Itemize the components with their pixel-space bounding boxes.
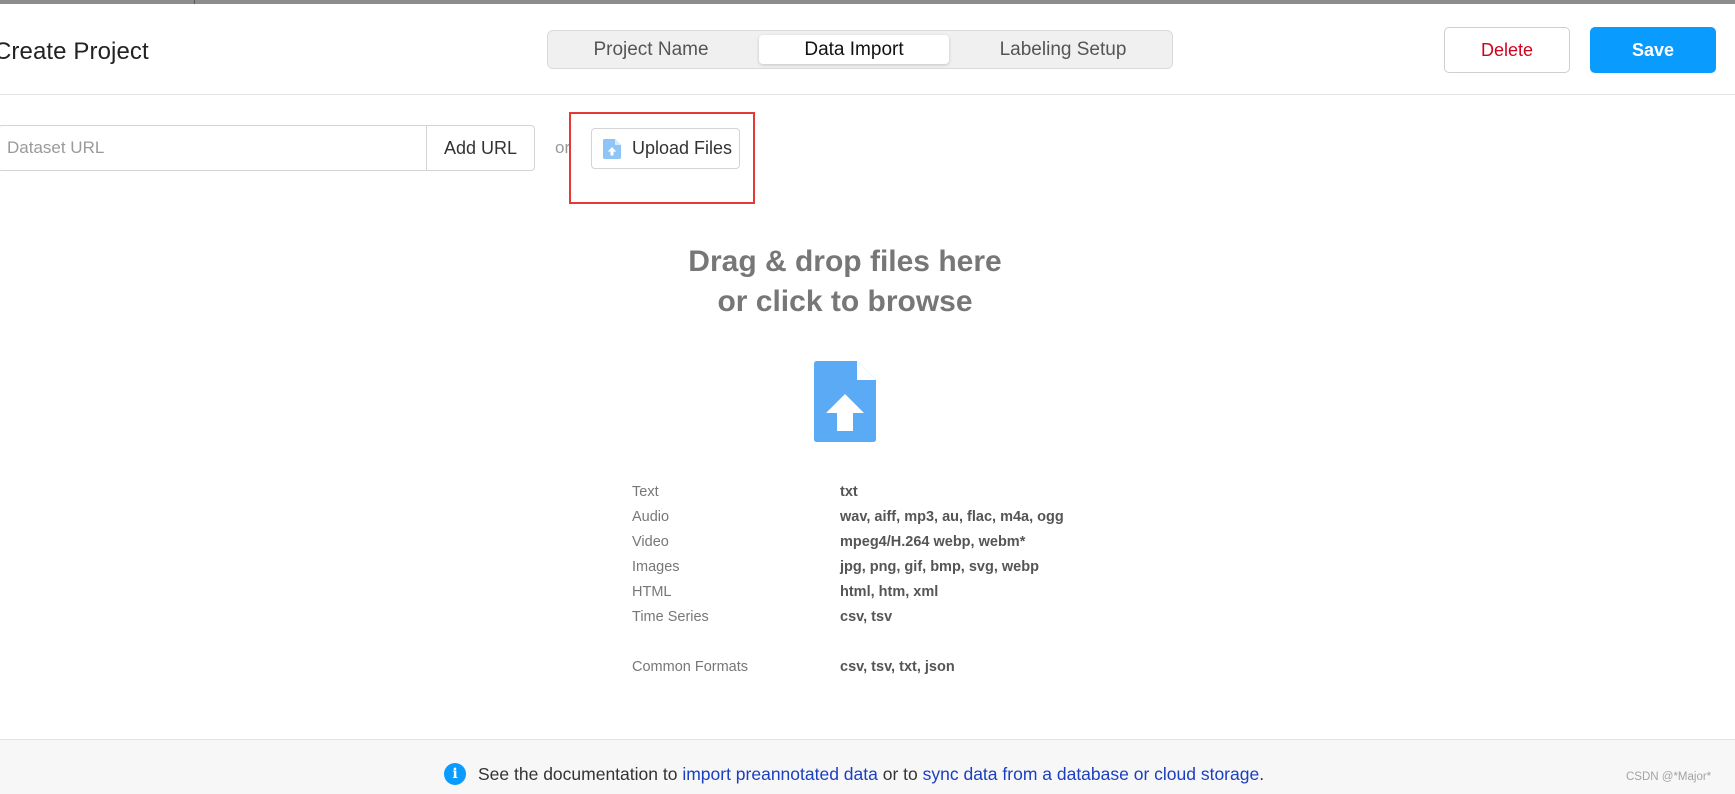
format-type: Common Formats (632, 659, 749, 675)
footer-bar: i See the documentation to import preann… (0, 739, 1735, 794)
watermark: CSDN @*Major* (1626, 771, 1712, 783)
dataset-url-input[interactable] (0, 125, 428, 171)
dropzone-line-2: or click to browse (717, 285, 973, 318)
format-type: HTML (632, 584, 672, 600)
page-title: Create Project (0, 38, 149, 65)
format-row: Text txt (632, 484, 1112, 506)
format-row: Video mpeg4/H.264 webp, webm* (632, 534, 1112, 556)
dropzone-title[interactable]: Drag & drop files here or click to brows… (0, 242, 1690, 322)
wizard-tabs: Project Name Data Import Labeling Setup (547, 30, 1173, 69)
or-separator: or (555, 138, 571, 157)
format-type: Text (632, 484, 659, 500)
format-extensions: wav, aiff, mp3, au, flac, m4a, ogg (840, 509, 1064, 525)
footer-middle: or to (877, 764, 923, 784)
format-extensions: jpg, png, gif, bmp, svg, webp (840, 559, 1039, 575)
format-row: HTML html, htm, xml (632, 584, 1112, 606)
tab-data-import[interactable]: Data Import (759, 35, 949, 64)
dropzone-line-1: Drag & drop files here (688, 245, 1002, 278)
add-url-button[interactable]: Add URL (426, 125, 535, 171)
import-preannotated-link[interactable]: import preannotated data (682, 764, 878, 784)
annotation-highlight-box (569, 112, 755, 204)
format-extensions: csv, tsv (840, 609, 893, 625)
format-extensions: csv, tsv, txt, json (840, 659, 955, 675)
format-type: Time Series (632, 609, 709, 625)
format-extensions: html, htm, xml (840, 584, 939, 600)
format-extensions: mpeg4/H.264 webp, webm* (840, 534, 1026, 550)
delete-button[interactable]: Delete (1444, 27, 1570, 73)
format-row: Time Series csv, tsv (632, 609, 1112, 631)
save-button[interactable]: Save (1590, 27, 1716, 73)
sync-data-link[interactable]: sync data from a database or cloud stora… (923, 764, 1260, 784)
tab-labeling-setup[interactable]: Labeling Setup (959, 35, 1167, 64)
footer-prefix: See the documentation to (478, 764, 683, 784)
format-row: Images jpg, png, gif, bmp, svg, webp (632, 559, 1112, 581)
format-type: Video (632, 534, 669, 550)
format-extensions: txt (840, 484, 858, 500)
footer-doc-text: See the documentation to import preannot… (478, 764, 1264, 785)
format-row: Audio wav, aiff, mp3, au, flac, m4a, ogg (632, 509, 1112, 531)
header-bar: Create Project Project Name Data Import … (0, 4, 1735, 95)
file-upload-icon[interactable] (814, 361, 876, 442)
info-icon: i (444, 763, 466, 785)
format-row: Common Formats csv, tsv, txt, json (632, 659, 1112, 681)
format-type: Audio (632, 509, 670, 525)
tab-project-name[interactable]: Project Name (553, 35, 749, 64)
format-type: Images (632, 559, 680, 575)
footer-suffix: . (1259, 764, 1265, 784)
